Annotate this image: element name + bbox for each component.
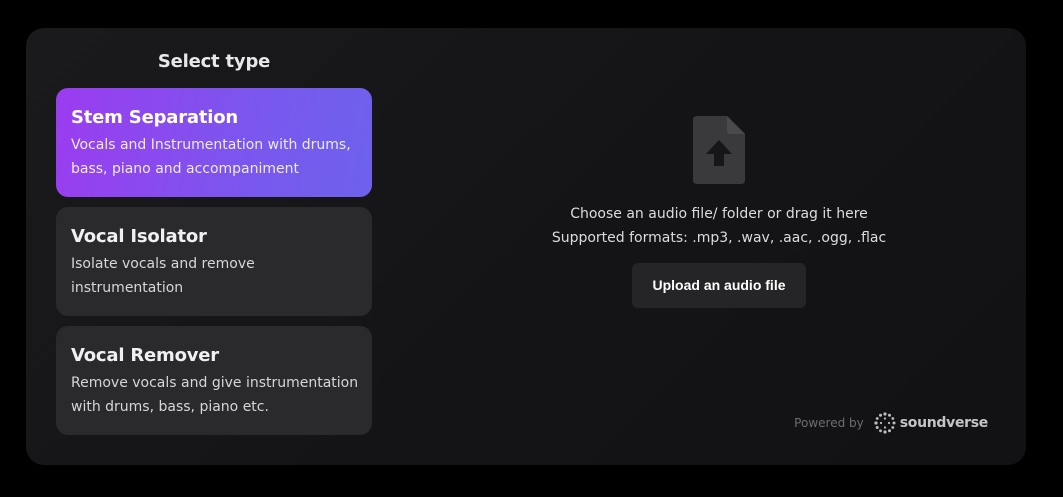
option-title: Stem Separation	[71, 107, 238, 128]
option-description: Remove vocals and give instrumentation w…	[71, 375, 359, 415]
option-vocal-isolator[interactable]: Vocal Isolator Isolate vocals and remove…	[56, 207, 372, 316]
powered-by-label: Powered by	[794, 416, 864, 430]
select-type-heading: Select type	[157, 51, 271, 72]
powered-by: Powered by soundverse	[794, 412, 988, 434]
option-title: Vocal Remover	[71, 345, 219, 366]
upload-dropzone[interactable]: Choose an audio file/ folder or drag it …	[446, 116, 992, 308]
upload-instruction: Choose an audio file/ folder or drag it …	[570, 206, 868, 222]
soundverse-brand[interactable]: soundverse	[874, 412, 988, 434]
main-panel: Select type Stem Separation Vocals and I…	[26, 28, 1026, 465]
file-upload-icon	[693, 116, 745, 184]
soundverse-logo-icon	[874, 412, 896, 434]
option-title: Vocal Isolator	[71, 226, 207, 247]
option-vocal-remover[interactable]: Vocal Remover Remove vocals and give ins…	[56, 326, 372, 435]
upload-audio-button[interactable]: Upload an audio file	[632, 263, 806, 308]
brand-name: soundverse	[899, 415, 989, 431]
supported-formats: Supported formats: .mp3, .wav, .aac, .og…	[551, 230, 887, 246]
option-stem-separation[interactable]: Stem Separation Vocals and Instrumentati…	[56, 88, 372, 197]
option-description: Vocals and Instrumentation with drums, b…	[71, 137, 351, 177]
option-description: Isolate vocals and remove instrumentatio…	[71, 256, 255, 296]
